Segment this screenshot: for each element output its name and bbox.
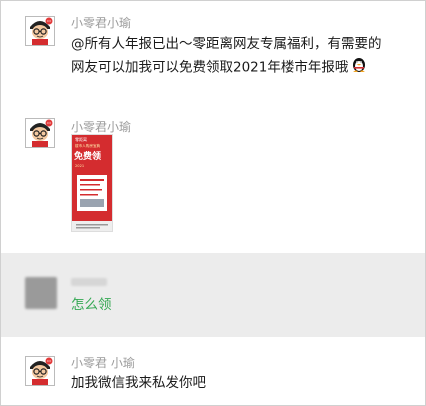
avatar-cartoon-icon bbox=[26, 17, 54, 45]
poster-headline: 免费领 bbox=[74, 150, 101, 162]
message-text-line-2: 网友可以加我可以免费领取2021年楼市年报哦 bbox=[71, 55, 368, 80]
sender-name[interactable]: 小零君小瑜 bbox=[71, 14, 131, 31]
message-text: 加我微信我来私发你吧 bbox=[71, 375, 206, 391]
message-item[interactable]: 小零君 小瑜 加我微信我来私发你吧 bbox=[1, 337, 425, 405]
avatar[interactable] bbox=[25, 356, 55, 386]
message-text-line-2-content: 网友可以加我可以免费领取2021年楼市年报哦 bbox=[71, 59, 349, 76]
chat-window: 小零君小瑜 @所有人年报已出～零距离网友专属福利，有需要的 网友可以加我可以免费… bbox=[0, 0, 426, 406]
message-text: 怎么领 bbox=[71, 297, 112, 313]
message-item[interactable]: 小零君小瑜 bbox=[1, 105, 425, 253]
message-text-line-1: @所有人年报已出～零距离网友专属福利，有需要的 bbox=[71, 36, 382, 52]
avatar[interactable] bbox=[25, 16, 55, 46]
sender-name-blurred bbox=[71, 278, 107, 286]
poster-year: 2021 bbox=[75, 164, 84, 168]
message-item[interactable]: 小零君小瑜 @所有人年报已出～零距离网友专属福利，有需要的 网友可以加我可以免费… bbox=[1, 1, 425, 105]
avatar-cartoon-icon bbox=[26, 357, 54, 385]
avatar-blurred[interactable] bbox=[25, 277, 57, 309]
avatar[interactable] bbox=[25, 118, 55, 148]
sender-name[interactable]: 小零君小瑜 bbox=[71, 118, 131, 135]
penguin-icon bbox=[350, 55, 368, 80]
message-item[interactable]: 怎么领 bbox=[1, 253, 425, 337]
poster-subtitle: 楼市人购房宝典 bbox=[75, 143, 101, 148]
sender-name[interactable]: 小零君 小瑜 bbox=[71, 354, 135, 371]
avatar-cartoon-icon bbox=[26, 119, 54, 147]
poster-header: 零距离 bbox=[75, 136, 87, 142]
poster-image[interactable]: 零距离 楼市人购房宝典 免费领 2021 bbox=[71, 134, 113, 232]
poster-graphic: 零距离 楼市人购房宝典 免费领 2021 bbox=[72, 135, 112, 231]
